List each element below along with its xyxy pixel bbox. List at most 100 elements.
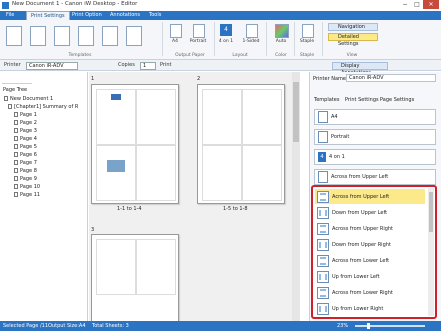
page-order-option-icon xyxy=(317,190,329,203)
zoom-slider[interactable] xyxy=(355,323,425,329)
tree-page-item[interactable]: Page 1 xyxy=(14,112,37,118)
dropdown-scrollbar[interactable] xyxy=(428,188,434,316)
page-icon xyxy=(14,112,18,117)
paper-size-select[interactable]: A4 xyxy=(314,109,436,125)
group-view-label: View xyxy=(346,53,358,58)
tree-page-item[interactable]: Page 7 xyxy=(14,160,37,166)
page-order-option[interactable]: Across from Lower Left xyxy=(315,253,425,268)
portrait-icon xyxy=(318,131,328,143)
minimize-button[interactable]: − xyxy=(399,0,411,9)
page-icon xyxy=(14,176,18,181)
print-toolbar: Printer Canon iR-ADV Copies 1 Print Disp… xyxy=(0,60,441,76)
zoom-value: 23% xyxy=(337,323,349,329)
page-order-option[interactable]: Across from Lower Right xyxy=(315,285,425,300)
status-output-size: Output Size:A4 xyxy=(48,323,86,329)
tree-page-item[interactable]: Page 5 xyxy=(14,144,37,150)
group-templates-label: Templates xyxy=(68,53,92,58)
tab-print-settings-pane[interactable]: Print Settings xyxy=(345,97,379,103)
tree-page-item[interactable]: Page 3 xyxy=(14,128,37,134)
tab-annotations[interactable]: Annotations xyxy=(106,11,144,20)
sheet-number: 1 xyxy=(91,76,95,82)
page-order-option[interactable]: Down from Upper Left xyxy=(315,205,425,220)
sided-icon xyxy=(246,24,258,38)
tab-page-settings[interactable]: Page Settings xyxy=(380,97,414,103)
tree-page-item[interactable]: Page 10 xyxy=(14,184,40,190)
detailed-settings-pane: Printer Name Canon iR-ADV Templates Prin… xyxy=(309,72,441,321)
display-annotations-button[interactable]: Display Annotations xyxy=(332,61,388,76)
tree-page-item[interactable]: Page 2 xyxy=(14,120,37,126)
sheet-preview-3[interactable] xyxy=(91,234,179,323)
page-order-option[interactable]: Up from Lower Left xyxy=(315,269,425,284)
page-icon xyxy=(14,160,18,165)
page-icon xyxy=(14,152,18,157)
tree-page-item[interactable]: Page 11 xyxy=(14,192,40,198)
template-thumbnail-2[interactable] xyxy=(30,26,46,46)
template-thumbnail-6[interactable] xyxy=(126,26,142,46)
printer-name-label: Printer Name xyxy=(313,76,346,82)
printer-select[interactable]: Canon iR-ADV xyxy=(26,61,78,70)
tree-chapter[interactable]: [Chapter1] Summary of R xyxy=(8,104,78,110)
sheet-number: 2 xyxy=(197,76,201,82)
detailed-settings-button[interactable]: Detailed Settings xyxy=(328,33,378,47)
tab-tools[interactable]: Tools xyxy=(145,11,165,20)
copies-input[interactable]: 1 xyxy=(140,61,156,70)
color-button[interactable]: Auto xyxy=(271,39,291,44)
color-icon xyxy=(275,24,289,38)
page-order-icon xyxy=(318,171,328,183)
template-thumbnail-5[interactable] xyxy=(102,26,118,46)
layout-button[interactable]: 4 on 1 xyxy=(216,39,236,44)
template-thumbnail-3[interactable] xyxy=(54,26,70,46)
page-order-option-icon xyxy=(317,302,329,315)
page-icon xyxy=(14,184,18,189)
printer-name-select[interactable]: Canon iR-ADV xyxy=(346,74,436,82)
orientation-select[interactable]: Portrait xyxy=(314,129,436,145)
page-preview-area: 1 2 3 1-1 to 1-4 1-5 to 1-8 xyxy=(89,72,300,323)
sided-button[interactable]: 1-Sided xyxy=(240,39,262,44)
tree-page-item[interactable]: Page 9 xyxy=(14,176,37,182)
document-icon xyxy=(4,96,8,101)
template-thumbnail-1[interactable] xyxy=(6,26,22,46)
page-order-option[interactable]: Up from Lower Right xyxy=(315,301,425,316)
staple-icon xyxy=(302,24,314,38)
paper-size-button[interactable]: A4 xyxy=(165,39,185,44)
navigation-button[interactable]: Navigation xyxy=(328,23,378,31)
window-title: New Document 1 - Canon iW Desktop - Edit… xyxy=(12,1,138,7)
tree-page-item[interactable]: Page 8 xyxy=(14,168,37,174)
page-order-option[interactable]: Across from Upper Left xyxy=(315,189,425,204)
orientation-icon xyxy=(193,24,205,38)
printer-label: Printer xyxy=(4,62,21,68)
status-bar: Selected Page /11 Output Size:A4 Total S… xyxy=(0,321,441,331)
template-thumbnail-4[interactable] xyxy=(78,26,94,46)
staple-button[interactable]: Staple xyxy=(297,39,317,44)
page-icon xyxy=(14,168,18,173)
tab-templates[interactable]: Templates xyxy=(314,97,339,103)
group-layout-label: Layout xyxy=(232,53,248,58)
orientation-button[interactable]: Portrait xyxy=(186,39,210,44)
tree-page-item[interactable]: Page 4 xyxy=(14,136,37,142)
print-button[interactable]: Print xyxy=(160,62,172,68)
page-order-option[interactable]: Across from Upper Right xyxy=(315,221,425,236)
ribbon-tabs: File Print Settings Print Option Annotat… xyxy=(0,11,441,21)
tab-file[interactable]: File xyxy=(2,11,18,20)
page-order-select[interactable]: Across from Upper Left xyxy=(314,169,436,185)
page-order-option[interactable]: Down from Upper Right xyxy=(315,237,425,252)
page-tree-title: Page Tree xyxy=(3,87,28,93)
close-button[interactable]: ✕ xyxy=(423,0,439,9)
sheet-preview-1[interactable] xyxy=(91,84,179,204)
tree-page-item[interactable]: Page 6 xyxy=(14,152,37,158)
page-icon xyxy=(14,128,18,133)
paper-size-icon xyxy=(170,24,182,38)
layout-select[interactable]: 44 on 1 xyxy=(314,149,436,165)
tree-document[interactable]: New Document 1 xyxy=(4,96,53,102)
page-icon xyxy=(14,192,18,197)
preview-scrollbar[interactable] xyxy=(292,72,300,321)
group-color-label: Color xyxy=(275,53,287,58)
page-order-option-icon xyxy=(317,270,329,283)
tab-print-option[interactable]: Print Option xyxy=(68,11,106,20)
title-bar: New Document 1 - Canon iW Desktop - Edit… xyxy=(0,0,441,11)
sheet-preview-2[interactable] xyxy=(197,84,285,204)
layout-4on1-icon: 4 xyxy=(220,24,232,36)
page-order-option-icon xyxy=(317,238,329,251)
maximize-button[interactable]: □ xyxy=(411,0,423,9)
page-icon xyxy=(14,144,18,149)
